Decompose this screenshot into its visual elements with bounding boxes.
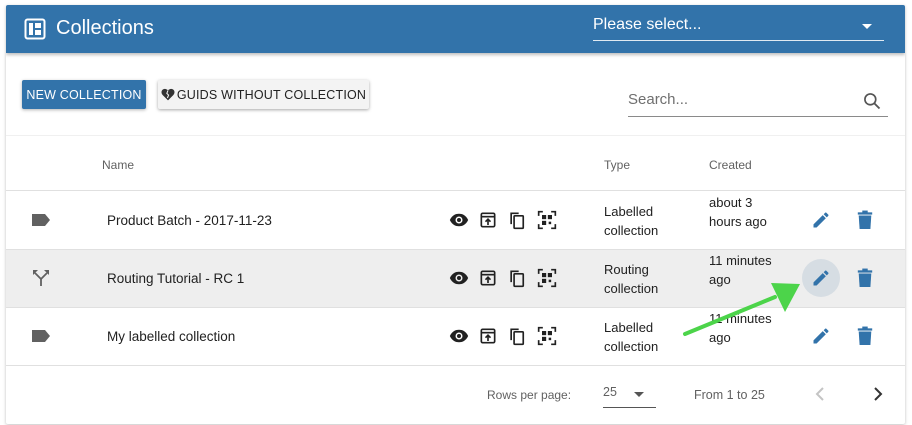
open-in-new-icon[interactable] — [478, 210, 498, 230]
search-icon[interactable] — [862, 91, 882, 111]
view-icon[interactable] — [449, 210, 469, 230]
search-input[interactable] — [628, 91, 848, 108]
label-icon — [32, 214, 50, 226]
copy-icon[interactable] — [507, 210, 527, 230]
guids-without-collection-button[interactable]: GUIDS WITHOUT COLLECTION — [158, 80, 369, 109]
column-header-created[interactable]: Created — [709, 158, 752, 172]
collections-card: Collections Please select... NEW COLLECT… — [6, 5, 905, 424]
pagination-range: From 1 to 25 — [694, 388, 765, 402]
edit-button[interactable] — [802, 259, 840, 297]
previous-page-icon[interactable] — [808, 382, 832, 406]
edit-icon — [813, 328, 829, 344]
collection-name: My labelled collection — [107, 329, 236, 344]
app-bar: Collections Please select... — [6, 5, 905, 53]
delete-icon — [857, 210, 873, 229]
new-collection-button[interactable]: NEW COLLECTION — [22, 80, 146, 109]
guids-without-collection-label: GUIDS WITHOUT COLLECTION — [176, 87, 367, 102]
column-header-name[interactable]: Name — [102, 158, 134, 172]
collection-created: 11 minutes ago — [709, 311, 772, 345]
open-in-new-icon[interactable] — [478, 268, 498, 288]
next-page-icon[interactable] — [866, 382, 890, 406]
collection-created: about 3 hours ago — [709, 195, 767, 229]
chevron-down-icon — [862, 24, 872, 29]
delete-button[interactable] — [846, 201, 884, 239]
rows-per-page-label: Rows per page: — [487, 388, 572, 402]
collection-name: Routing Tutorial - RC 1 — [107, 271, 245, 286]
qr-code-icon[interactable] — [537, 268, 557, 288]
rows-per-page-value: 25 — [603, 385, 617, 399]
qr-code-icon[interactable] — [537, 326, 557, 346]
broken-heart-icon — [161, 88, 175, 101]
table-header: Name Type Created — [6, 135, 905, 191]
delete-button[interactable] — [846, 317, 884, 355]
copy-icon[interactable] — [507, 268, 527, 288]
table-pagination: Rows per page: 25 From 1 to 25 — [6, 365, 905, 424]
table-row[interactable]: Routing Tutorial - RC 1 Routing collecti… — [6, 250, 905, 308]
collection-type: Labelled collection — [604, 320, 659, 354]
edit-icon — [813, 270, 829, 286]
edit-button[interactable] — [802, 317, 840, 355]
collections-icon — [24, 18, 46, 40]
view-icon[interactable] — [449, 326, 469, 346]
table-row[interactable]: Product Batch - 2017-11-23 Labelled coll… — [6, 192, 905, 250]
search-field — [628, 87, 888, 117]
column-header-type[interactable]: Type — [604, 158, 630, 172]
copy-icon[interactable] — [507, 326, 527, 346]
label-icon — [32, 330, 50, 342]
collection-name: Product Batch - 2017-11-23 — [107, 213, 272, 228]
delete-icon — [857, 326, 873, 345]
qr-code-icon[interactable] — [537, 210, 557, 230]
delete-button[interactable] — [846, 259, 884, 297]
chevron-down-icon — [634, 392, 644, 397]
edit-button[interactable] — [802, 201, 840, 239]
open-in-new-icon[interactable] — [478, 326, 498, 346]
routing-icon — [33, 270, 49, 286]
collection-created: 11 minutes ago — [709, 253, 772, 287]
collection-select-value: Please select... — [593, 16, 702, 33]
page-title: Collections — [56, 17, 154, 39]
table-row[interactable]: My labelled collection Labelled collecti… — [6, 308, 905, 366]
rows-per-page-select[interactable]: 25 — [603, 382, 656, 408]
edit-icon — [813, 212, 829, 228]
collection-type: Labelled collection — [604, 204, 659, 238]
collection-select[interactable]: Please select... — [593, 14, 884, 41]
collection-type: Routing collection — [604, 262, 659, 296]
delete-icon — [857, 268, 873, 287]
view-icon[interactable] — [449, 268, 469, 288]
